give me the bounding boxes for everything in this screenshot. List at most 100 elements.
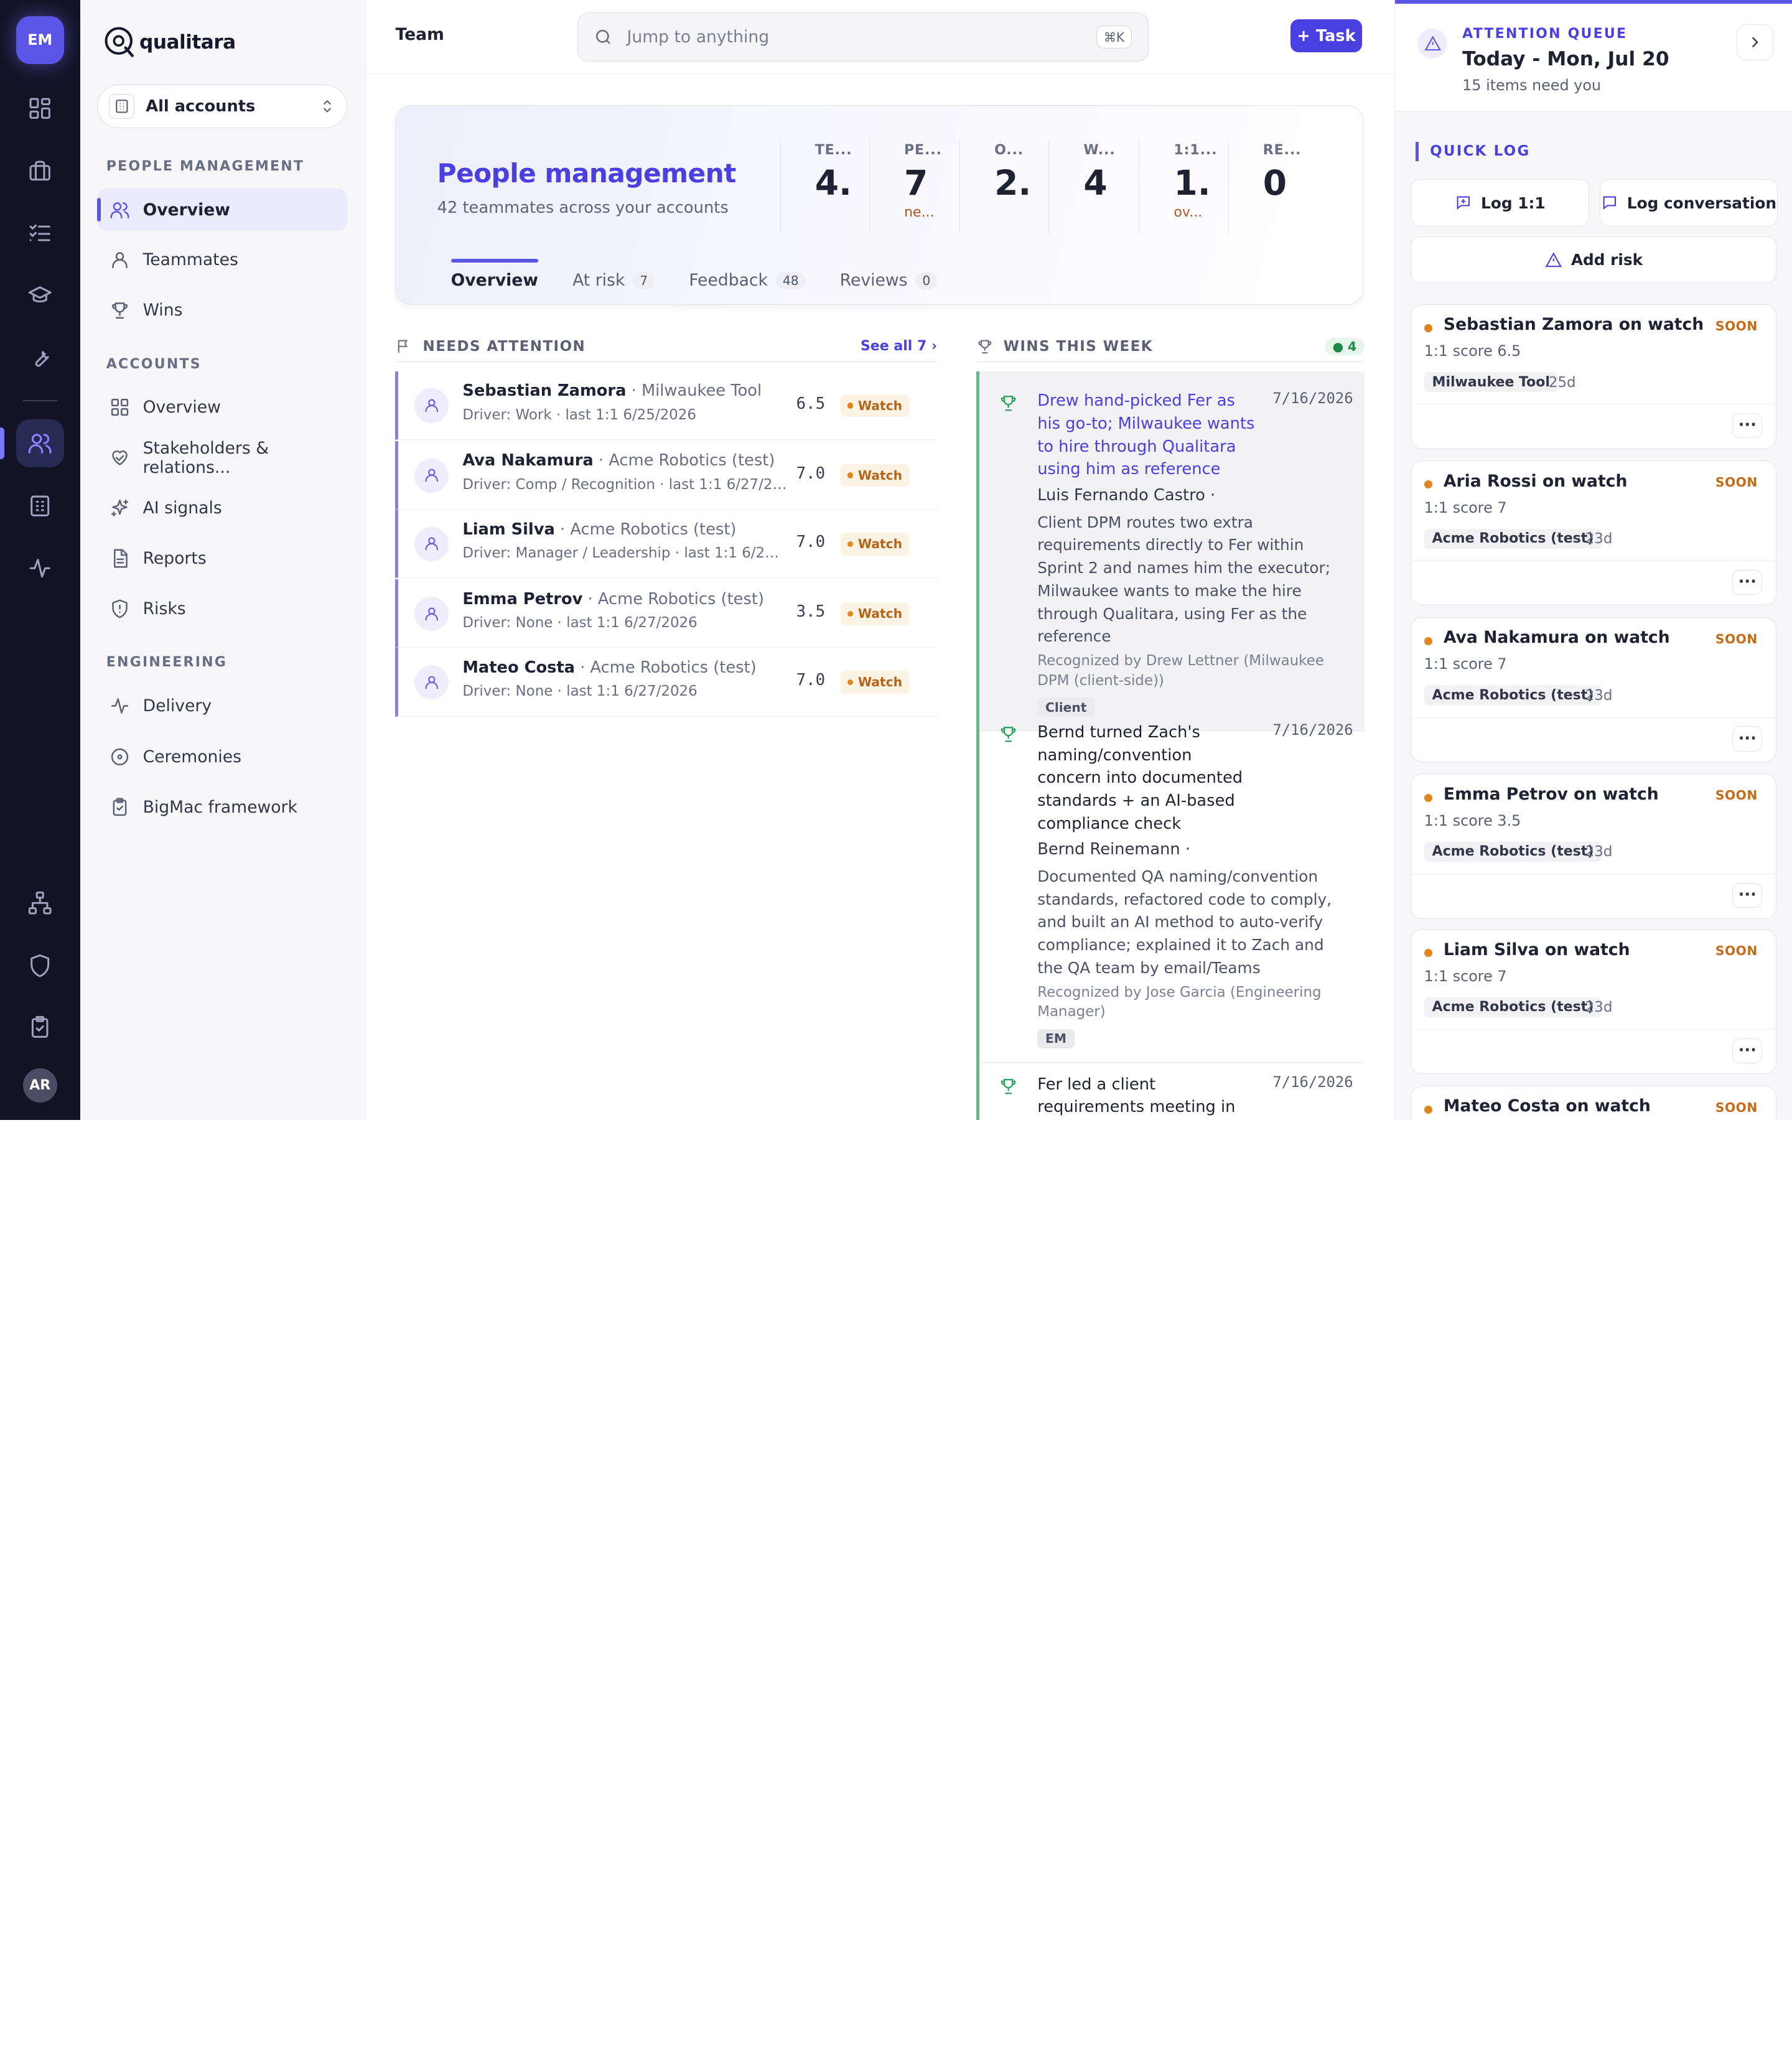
wrench-icon[interactable] — [16, 334, 64, 381]
card-divider — [1411, 717, 1776, 718]
sidebar-item-bigmac[interactable]: BigMac framework — [97, 786, 347, 829]
win-item[interactable]: 7/16/2026 Drew hand-picked Fer as his go… — [976, 371, 1365, 732]
more-options-button[interactable]: ··· — [1732, 882, 1763, 908]
win-date: 7/16/2026 — [1272, 389, 1353, 408]
stat-tile[interactable]: W... 4 — [1048, 140, 1137, 234]
win-item[interactable]: 7/16/2026 Bernd turned Zach's naming/con… — [976, 702, 1365, 1063]
win-item[interactable]: 7/16/2026 Fer led a client requirements … — [976, 1055, 1365, 1120]
status-badge: Watch — [841, 532, 909, 556]
account-selector[interactable]: All accounts — [97, 84, 348, 128]
tab-overview[interactable]: Overview — [450, 259, 539, 301]
sparkles-icon — [111, 499, 129, 517]
more-options-button[interactable]: ··· — [1732, 569, 1763, 595]
sidebar-item-ai-signals[interactable]: AI signals — [97, 487, 347, 529]
card-score: 1:1 score 7 — [1424, 967, 1507, 985]
person-line: Mateo Costa · Acme Robotics (test) — [462, 658, 756, 677]
building-icon[interactable] — [16, 482, 64, 530]
watch-card[interactable]: Aria Rossi on watch SOON 1:1 score 7 Acm… — [1411, 460, 1777, 606]
attention-row[interactable]: Mateo Costa · Acme Robotics (test) Drive… — [395, 648, 938, 717]
attention-row[interactable]: Sebastian Zamora · Milwaukee Tool Driver… — [395, 371, 938, 441]
dashboard-icon[interactable] — [16, 85, 64, 133]
stat-note: ov... — [1174, 205, 1203, 221]
stat-tile[interactable]: TE... 4. — [780, 140, 869, 234]
stat-tile[interactable]: O... 2. — [959, 140, 1048, 234]
see-all-link[interactable]: See all 7 › — [861, 338, 937, 354]
stat-tile[interactable]: PE... 7 ne... — [869, 140, 958, 234]
search-input[interactable]: Jump to anything ⌘K — [577, 12, 1149, 62]
message-plus-icon — [1457, 196, 1470, 210]
add-task-button[interactable]: + Task — [1290, 19, 1363, 53]
sidebar-item-teammates[interactable]: Teammates — [97, 239, 347, 281]
watch-card[interactable]: Ava Nakamura on watch SOON 1:1 score 7 A… — [1411, 617, 1777, 763]
win-description: Documented QA naming/convention standard… — [1037, 867, 1332, 977]
workspace-avatar[interactable]: EM — [16, 16, 64, 64]
shield-alert-icon — [112, 599, 128, 618]
watch-card[interactable]: Emma Petrov on watch SOON 1:1 score 3.5 … — [1411, 773, 1777, 919]
person-avatar — [414, 596, 449, 631]
sidebar-item-risks[interactable]: Risks — [97, 587, 347, 630]
org-chart-icon[interactable] — [16, 879, 64, 926]
watch-card[interactable]: Sebastian Zamora on watch SOON 1:1 score… — [1411, 304, 1777, 449]
attention-row[interactable]: Emma Petrov · Acme Robotics (test) Drive… — [395, 579, 938, 648]
next-button[interactable] — [1736, 24, 1773, 61]
tab-reviews[interactable]: Reviews 0 — [840, 260, 938, 301]
alert-triangle-icon — [1545, 252, 1562, 268]
company-name: · Milwaukee Tool — [631, 381, 762, 401]
more-options-button[interactable]: ··· — [1732, 1038, 1763, 1064]
more-options-button[interactable]: ··· — [1732, 726, 1763, 752]
tab-label: At risk — [572, 271, 625, 291]
attention-panel: ATTENTION QUEUE Today - Mon, Jul 20 15 i… — [1394, 0, 1792, 1120]
attention-row[interactable]: Ava Nakamura · Acme Robotics (test) Driv… — [395, 441, 938, 510]
alert-triangle-icon — [1417, 28, 1448, 58]
card-divider — [1411, 1029, 1776, 1030]
logo-text: qualitara — [139, 30, 236, 54]
person-line: Sebastian Zamora · Milwaukee Tool — [462, 381, 762, 400]
stat-value: 2. — [994, 162, 1032, 203]
trophy-icon — [978, 340, 991, 354]
flag-icon — [398, 340, 408, 353]
sidebar-item-label: Overview — [142, 398, 221, 417]
activity-icon[interactable] — [16, 544, 64, 592]
briefcase-icon[interactable] — [16, 147, 64, 195]
log-conversation-button[interactable]: Log conversation — [1599, 179, 1778, 226]
sidebar-item-label: BigMac framework — [142, 798, 297, 818]
due-badge: SOON — [1715, 631, 1758, 646]
tab-feedback[interactable]: Feedback 48 — [689, 260, 806, 301]
watch-card[interactable]: Mateo Costa on watch SOON — [1411, 1085, 1777, 1120]
watch-card[interactable]: Liam Silva on watch SOON 1:1 score 7 Acm… — [1411, 929, 1777, 1075]
sidebar-item-stakeholders[interactable]: Stakeholders & relations... — [97, 437, 347, 479]
tab-bar: Overview At risk 7 Feedback 48 Reviews 0 — [450, 259, 938, 306]
clipboard-check-icon[interactable] — [16, 1004, 64, 1052]
rail-divider — [22, 399, 57, 401]
user-avatar[interactable]: AR — [22, 1068, 57, 1103]
tab-at-risk[interactable]: At risk 7 — [572, 260, 655, 301]
stat-tile[interactable]: 1:1... 1. ov... — [1139, 140, 1228, 234]
log-11-button[interactable]: Log 1:1 — [1411, 179, 1589, 226]
sidebar-item-ceremonies[interactable]: Ceremonies — [97, 736, 347, 778]
sidebar-item-wins[interactable]: Wins — [97, 289, 347, 332]
win-title[interactable]: Drew hand-picked Fer as his go-to; Milwa… — [1037, 389, 1260, 481]
company-name: · Acme Robotics (test) — [560, 520, 737, 539]
task-list-icon[interactable] — [16, 209, 64, 257]
stat-tile[interactable]: RE... 0 — [1228, 140, 1317, 234]
logo[interactable]: qualitara — [103, 25, 236, 59]
chevron-right-icon — [1752, 37, 1759, 48]
sidebar-item-accounts-overview[interactable]: Overview — [97, 386, 347, 429]
graduation-cap-icon[interactable] — [16, 272, 64, 320]
attention-row[interactable]: Liam Silva · Acme Robotics (test) Driver… — [395, 510, 938, 579]
more-options-button[interactable]: ··· — [1732, 413, 1763, 439]
sidebar: qualitara All accounts PEOPLE MANAGEMENT… — [80, 0, 366, 1120]
icon-rail: EM AR — [0, 0, 80, 1120]
win-title[interactable]: Fer led a client requirements meeting in… — [1037, 1073, 1260, 1120]
people-icon[interactable] — [16, 419, 64, 468]
account-selector-label: All accounts — [146, 96, 256, 116]
sidebar-item-delivery[interactable]: Delivery — [97, 684, 347, 727]
hero-card: People management 42 teammates across yo… — [395, 105, 1364, 306]
win-title[interactable]: Bernd turned Zach's naming/convention co… — [1037, 721, 1260, 836]
sidebar-item-overview[interactable]: Overview — [97, 189, 348, 231]
shield-icon[interactable] — [16, 941, 64, 989]
sidebar-item-reports[interactable]: Reports — [97, 537, 347, 579]
add-risk-button[interactable]: Add risk — [1411, 236, 1777, 284]
person-name: Ava Nakamura — [462, 451, 594, 470]
status-dot — [1424, 637, 1432, 645]
